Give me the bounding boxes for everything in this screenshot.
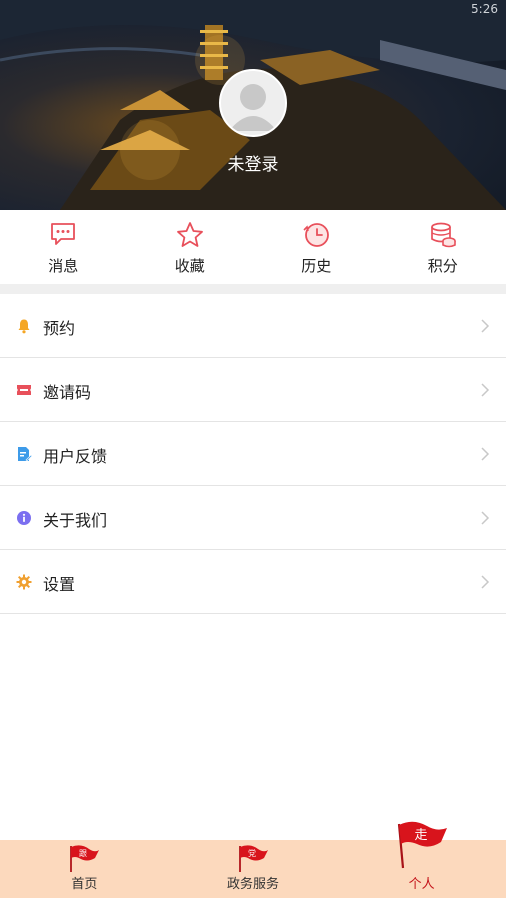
tab-home[interactable]: 跟 首页: [0, 840, 169, 898]
svg-text:党: 党: [248, 848, 256, 858]
quick-action-label: 积分: [427, 257, 458, 275]
avatar[interactable]: [219, 69, 287, 137]
chevron-right-icon: [481, 447, 490, 461]
chevron-right-icon: [481, 383, 490, 397]
tab-profile[interactable]: 走 个人: [337, 821, 506, 898]
tab-label: 个人: [408, 877, 435, 892]
quick-action-points[interactable]: 积分: [380, 210, 506, 284]
menu-item-label: 关于我们: [43, 511, 108, 530]
flag-icon: 跟: [70, 845, 99, 872]
bottom-tab-bar: 跟 首页 党 政务服务 走 个人: [0, 821, 506, 898]
default-user-icon: [229, 84, 277, 131]
menu-item-label: 设置: [43, 575, 76, 594]
quick-action-favorites[interactable]: 收藏: [127, 210, 254, 284]
menu-item-reservation[interactable]: 预约: [0, 294, 506, 358]
menu-item-invite-code[interactable]: 邀请码: [0, 358, 506, 422]
quick-action-label: 消息: [48, 257, 79, 275]
message-icon: [51, 223, 76, 245]
menu-item-about-us[interactable]: 关于我们: [0, 486, 506, 550]
flag-icon: 走: [398, 821, 448, 869]
chevron-right-icon: [481, 575, 490, 589]
settings-menu-list: 预约 邀请码 用户反馈 关于我们 设置: [0, 294, 506, 614]
section-divider: [0, 284, 506, 294]
points-coins-icon: [430, 222, 456, 248]
quick-action-label: 历史: [301, 257, 332, 275]
svg-text:跟: 跟: [79, 849, 87, 858]
quick-actions-bar: 消息 收藏 历史 积分: [0, 210, 506, 284]
quick-action-label: 收藏: [174, 257, 205, 275]
chevron-right-icon: [481, 319, 490, 333]
history-clock-icon: [303, 223, 330, 247]
feedback-doc-icon: [18, 447, 32, 462]
header-background-image: 5:26 未登录: [0, 0, 506, 210]
status-bar-time: 5:26: [471, 2, 498, 16]
svg-text:走: 走: [415, 828, 428, 843]
info-icon: [17, 511, 31, 525]
quick-action-history[interactable]: 历史: [253, 210, 380, 284]
flag-icon: 党: [238, 845, 268, 872]
menu-item-settings[interactable]: 设置: [0, 550, 506, 614]
menu-item-label: 用户反馈: [43, 447, 108, 466]
menu-item-label: 预约: [43, 319, 76, 338]
tab-label: 政务服务: [227, 877, 280, 892]
quick-action-messages[interactable]: 消息: [0, 210, 127, 284]
gear-icon: [16, 574, 32, 590]
tab-government-services[interactable]: 党 政务服务: [169, 840, 338, 898]
bell-icon: [18, 319, 30, 334]
menu-item-label: 邀请码: [43, 383, 92, 402]
star-icon: [176, 222, 203, 247]
login-status-text[interactable]: 未登录: [0, 150, 506, 175]
ticket-icon: [17, 385, 31, 395]
tab-label: 首页: [71, 877, 98, 892]
chevron-right-icon: [481, 511, 490, 525]
menu-item-feedback[interactable]: 用户反馈: [0, 422, 506, 486]
